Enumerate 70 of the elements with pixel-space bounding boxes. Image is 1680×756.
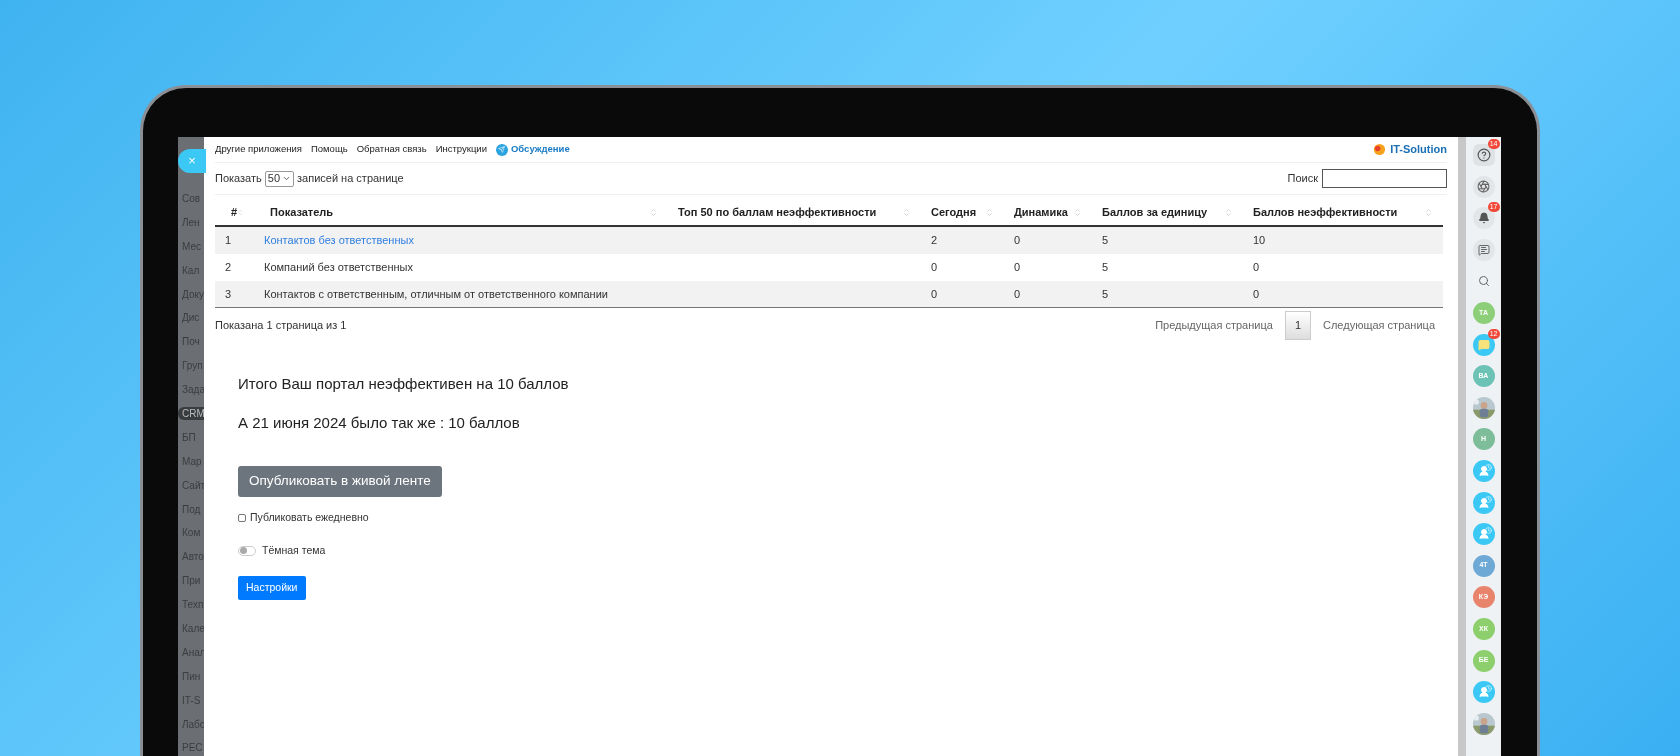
sort-icon[interactable] [902, 207, 911, 217]
sidebar-item[interactable]: CRM [178, 407, 204, 420]
column-header[interactable]: Баллов неэффективности [1253, 203, 1398, 221]
page-button[interactable]: 1 [1284, 310, 1311, 340]
user-clock-icon[interactable] [1472, 459, 1495, 482]
top-link[interactable]: Помощь [310, 142, 348, 157]
telegram-icon [496, 143, 508, 156]
chevron-down-icon [282, 174, 291, 183]
user-clock-icon[interactable] [1472, 523, 1495, 546]
checkbox-label: Публиковать ежедневно [250, 510, 369, 525]
logo-icon [1373, 143, 1387, 156]
top-link[interactable]: Инструкции [435, 142, 487, 157]
column-header[interactable]: Показатель [264, 203, 334, 221]
table-cell: 3 [225, 287, 232, 300]
settings-button[interactable]: Настройки [238, 575, 306, 600]
table-cell: 10 [1253, 234, 1266, 247]
entries-label: записей на странице [297, 171, 404, 187]
table-cell: 2 [225, 261, 232, 274]
show-label: Показать [215, 171, 262, 187]
entries-select[interactable]: 50 [264, 170, 294, 187]
table-cell: Компаний без ответственных [264, 261, 413, 274]
next-page-link[interactable]: Следующая страница [1323, 316, 1435, 334]
summary-text: Итого Ваш портал неэффективен на 10 баллов [238, 374, 569, 394]
column-header[interactable]: # [225, 203, 238, 221]
previous-page-link[interactable]: Предыдущая страница [1155, 316, 1273, 334]
close-button[interactable]: × [178, 149, 206, 173]
table-cell: 0 [1253, 287, 1260, 300]
summary-text: А 21 июня 2024 было так же : 10 баллов [238, 412, 520, 433]
top-link[interactable]: Обратная связь [356, 142, 427, 157]
logo-text: IT-Solution [1390, 142, 1447, 158]
table-cell: 5 [1102, 261, 1109, 274]
table-info: Показана 1 страница из 1 [215, 317, 347, 333]
discussion-link[interactable]: Обсуждение [511, 142, 570, 157]
table-cell: 2 [931, 234, 938, 247]
table-cell: 0 [931, 287, 938, 300]
publish-button[interactable]: Опубликовать в живой ленте [238, 466, 442, 497]
column-header[interactable]: Баллов за единицу [1102, 203, 1208, 221]
sort-icon[interactable] [1224, 207, 1233, 217]
table-cell: 0 [931, 261, 938, 274]
toggle-label: Тёмная тема [262, 542, 326, 558]
top-link[interactable]: Другие приложения [215, 142, 302, 157]
table-cell: 0 [1014, 261, 1021, 274]
sort-icon[interactable] [649, 207, 658, 217]
toggle-switch[interactable] [238, 545, 256, 556]
table-cell: 5 [1102, 234, 1109, 247]
sort-icon[interactable] [1073, 207, 1082, 217]
chat-bubble-icon[interactable] [1472, 333, 1495, 356]
user-clock-icon[interactable] [1472, 491, 1495, 514]
column-header[interactable]: Топ 50 по баллам неэффективности [678, 203, 877, 221]
user-clock-icon[interactable] [1472, 681, 1495, 704]
search-icon[interactable] [1477, 275, 1490, 288]
checkbox[interactable] [238, 513, 246, 522]
sort-icon[interactable] [1424, 207, 1433, 217]
column-header[interactable]: Сегодня [931, 203, 977, 221]
search-field[interactable] [1322, 169, 1447, 188]
chat-icon[interactable] [1477, 243, 1490, 256]
sort-icon[interactable] [985, 207, 994, 217]
indicator-link[interactable]: Контактов без ответственных [264, 234, 414, 247]
aperture-icon[interactable] [1477, 180, 1490, 194]
table-cell: 0 [1253, 261, 1260, 274]
table-cell: Контактов с ответственным, отличным от ответственного компании [264, 287, 608, 300]
column-header[interactable]: Динамика [1014, 203, 1068, 221]
table-cell: 1 [225, 234, 232, 247]
bell-icon[interactable] [1477, 212, 1490, 225]
table-cell: 0 [1014, 234, 1021, 247]
table-cell: 5 [1102, 287, 1109, 300]
table-cell: 0 [1014, 287, 1021, 300]
help-icon[interactable] [1476, 148, 1491, 162]
search-label: Поиск [1287, 171, 1318, 187]
scrollbar[interactable] [1458, 137, 1466, 756]
